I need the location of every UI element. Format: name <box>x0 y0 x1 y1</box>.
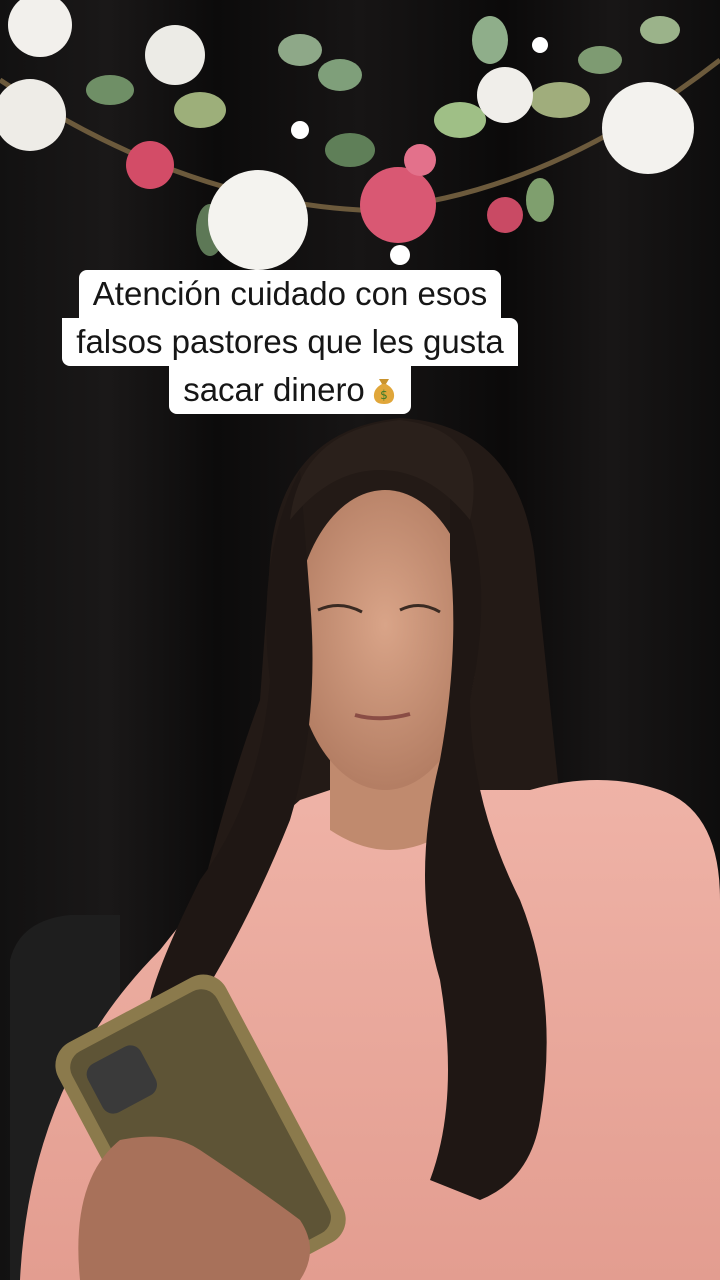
caption-line-2: falsos pastores que les gusta <box>62 318 518 366</box>
caption-line-3: sacar dinero $ <box>169 366 411 414</box>
svg-text:$: $ <box>380 388 388 402</box>
caption-line-3-text: sacar dinero <box>183 371 365 408</box>
video-frame <box>0 0 720 1280</box>
caption-line-1: Atención cuidado con esos <box>78 270 502 318</box>
caption-overlay: Atención cuidado con esos falsos pastore… <box>0 270 720 414</box>
caption-line-2-text: falsos pastores que les gusta <box>76 323 504 360</box>
money-bag-icon: $ <box>373 379 394 404</box>
